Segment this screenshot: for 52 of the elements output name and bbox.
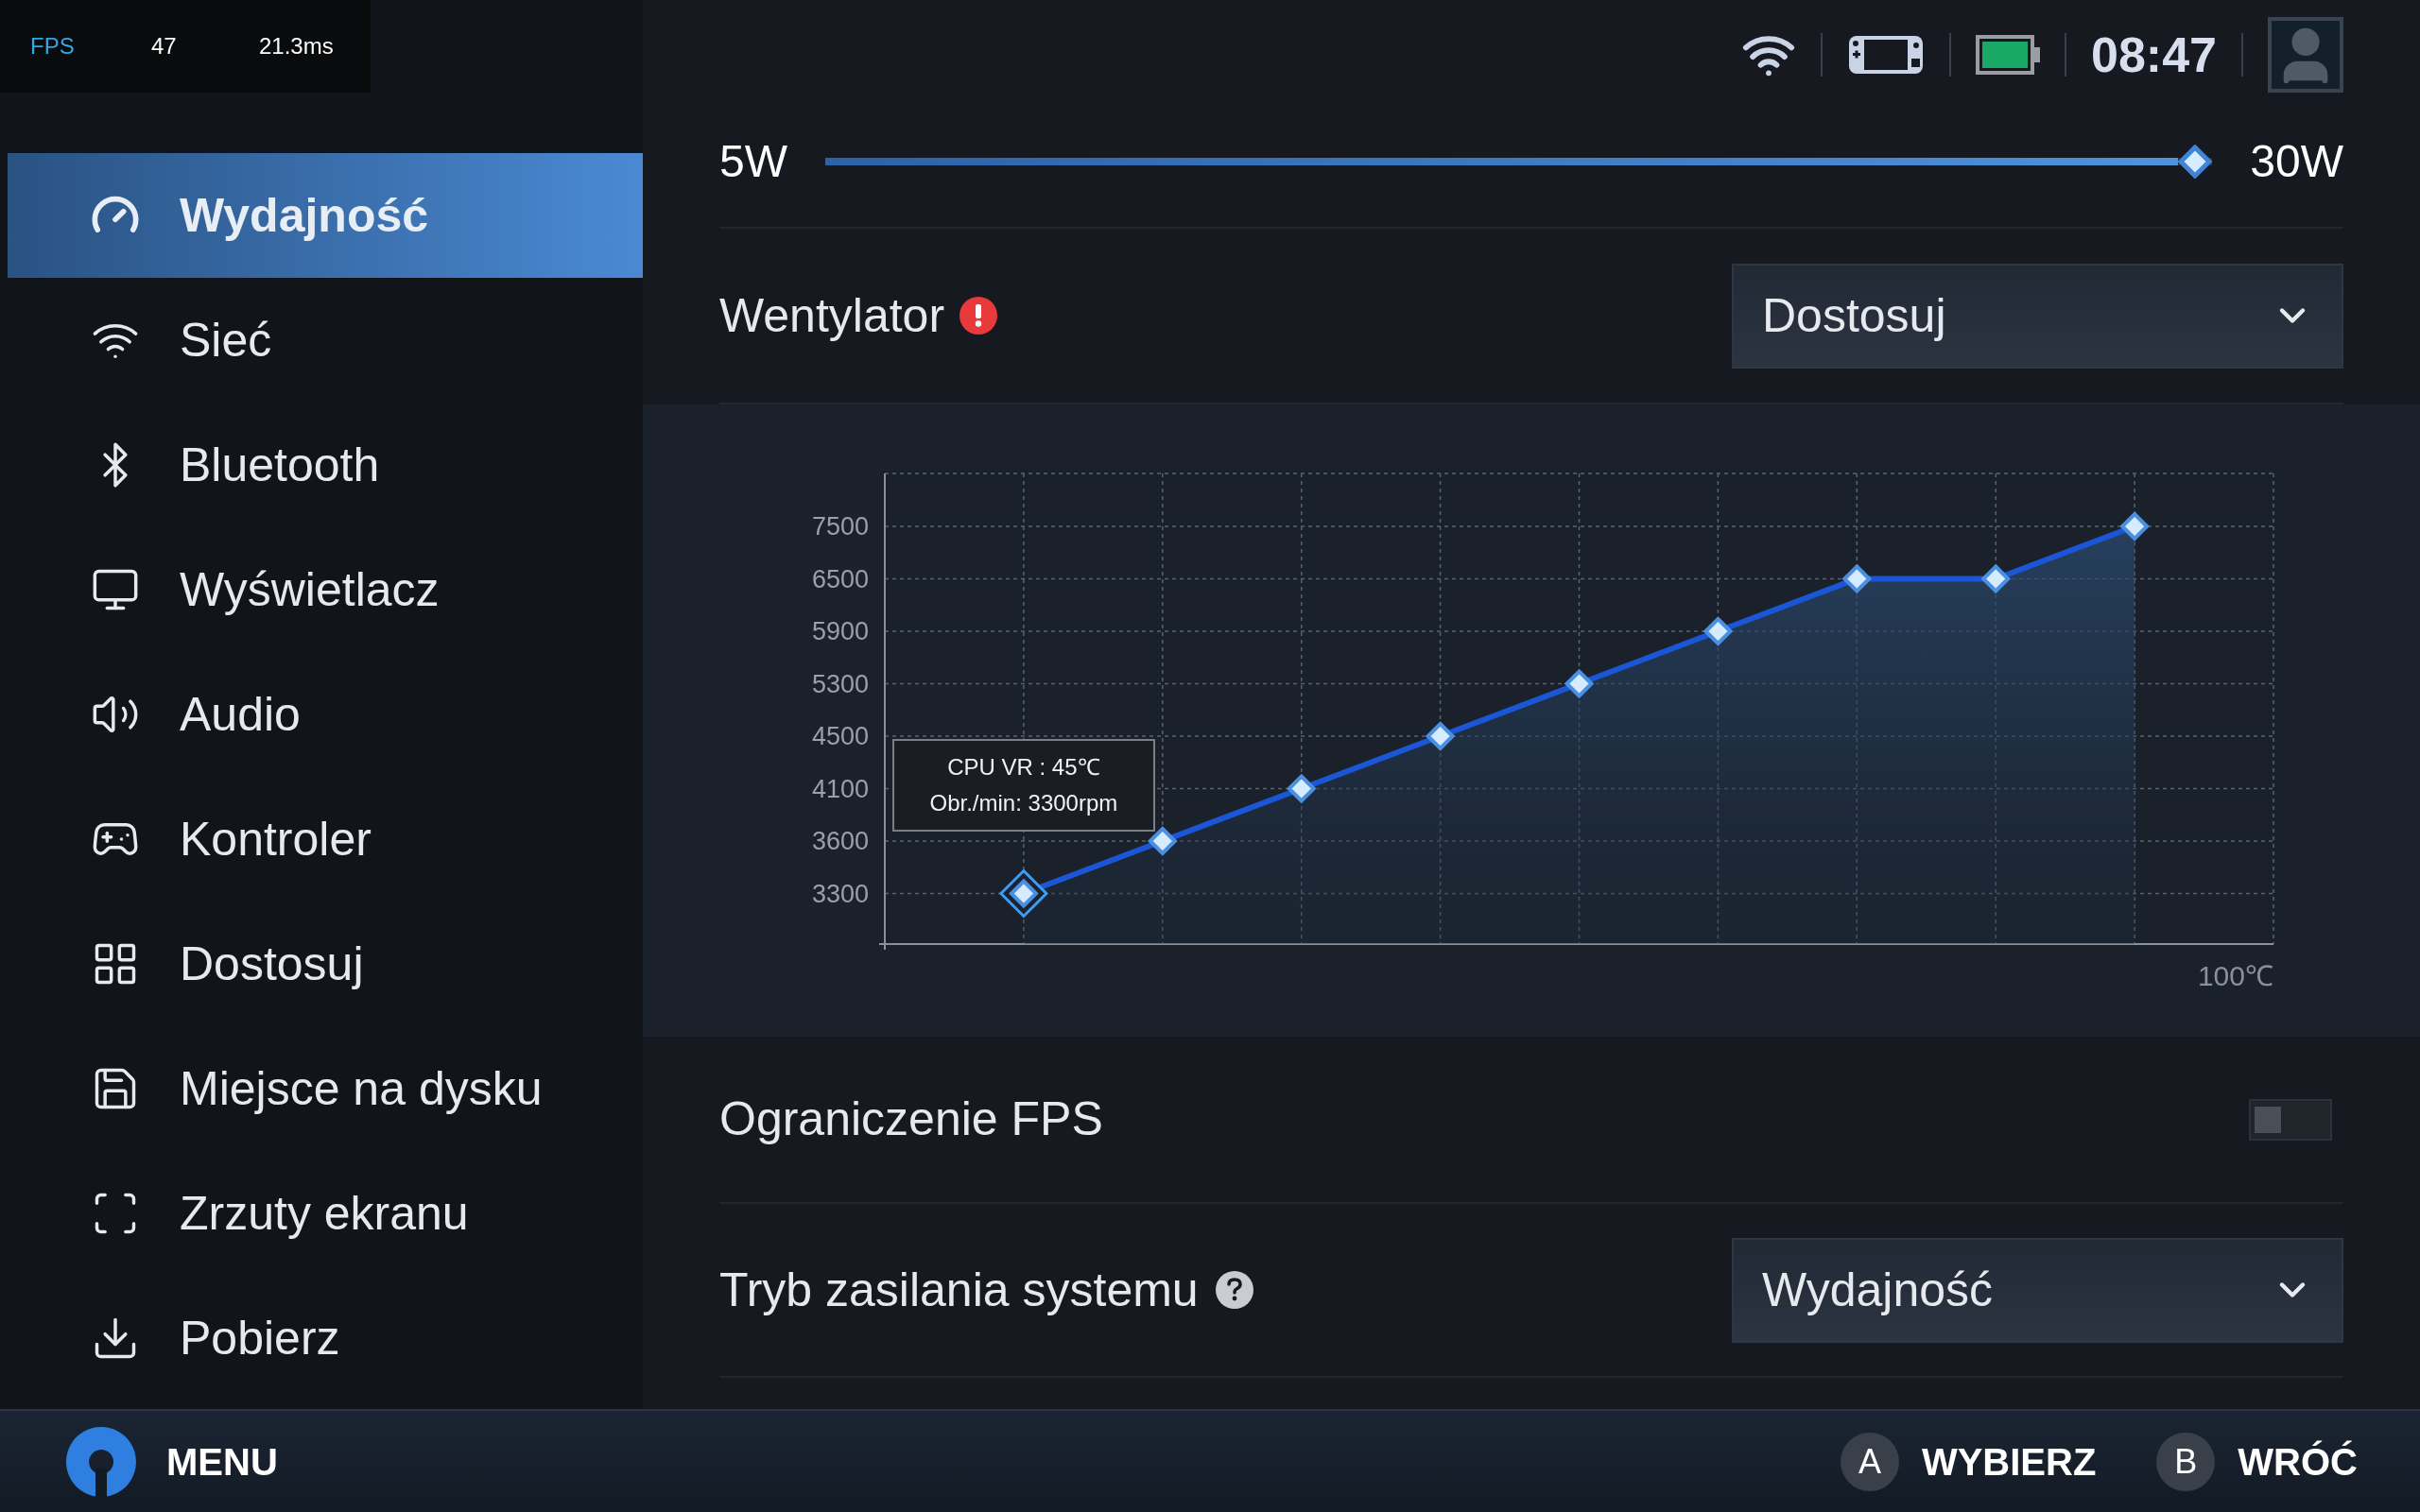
y-tick-label: 4100 [811, 774, 869, 803]
tooltip-text: CPU VR : 45℃ [947, 752, 1100, 782]
fps-limit-label: Ograniczenie FPS [719, 1091, 1103, 1147]
fps-limit-toggle[interactable] [2249, 1098, 2332, 1141]
slider-thumb[interactable] [2178, 144, 2213, 179]
help-icon [1215, 1271, 1253, 1309]
sidebar-item[interactable]: Miejsce na dysku [8, 1026, 643, 1151]
sidebar-item[interactable]: Dostosuj [8, 902, 643, 1026]
curve-point-handle[interactable] [1425, 721, 1456, 751]
sidebar-item[interactable]: Wyświetlacz [8, 527, 643, 652]
x-axis-label: 100℃ [2197, 960, 2273, 991]
clock-time: 08:47 [2091, 26, 2217, 84]
curve-point-handle[interactable] [998, 868, 1049, 919]
fan-label: Wentylator [719, 287, 945, 344]
sidebar-item[interactable]: Pobierz [8, 1276, 643, 1400]
slider-max-label: 30W [2250, 134, 2343, 188]
action-label[interactable]: WRÓĆ [2238, 1433, 2358, 1490]
curve-point-handle[interactable] [1703, 616, 1734, 646]
curve-point-handle[interactable] [1147, 826, 1178, 856]
sidebar-item[interactable]: Sieć [8, 278, 643, 403]
power-mode-dropdown[interactable]: Wydajność [1732, 1237, 2343, 1343]
fps-label: FPS [30, 32, 75, 60]
curve-point-handle[interactable] [1286, 773, 1317, 804]
y-tick-label: 3300 [811, 879, 869, 908]
y-tick-label: 3600 [811, 827, 869, 855]
curve-point-handle[interactable] [1841, 563, 1873, 594]
y-tick-label: 5900 [811, 617, 869, 645]
sidebar-item[interactable]: Bluetooth [8, 403, 643, 527]
curve-point-handle[interactable] [1980, 563, 2012, 594]
power-slider[interactable] [825, 144, 2213, 179]
fps-value: 47 [151, 32, 177, 60]
curve-point-handle[interactable] [1564, 668, 1595, 699]
y-tick-label: 5300 [811, 669, 869, 698]
controller-key-badge: B [2156, 1432, 2216, 1491]
fan-mode-dropdown[interactable]: Dostosuj [1732, 263, 2343, 369]
action-label[interactable]: WYBIERZ [1921, 1433, 2097, 1490]
slider-min-label: 5W [719, 134, 787, 188]
sidebar-item[interactable]: Zrzuty ekranu [8, 1151, 643, 1276]
y-tick-label: 6500 [811, 564, 869, 593]
tooltip-text: Obr./min: 3300rpm [929, 788, 1118, 817]
power-mode-label: Tryb zasilania systemu [719, 1262, 1199, 1318]
controller-key-badge: A [1840, 1432, 1899, 1491]
battery-icon [1976, 34, 2040, 75]
sidebar-item[interactable]: Wydajność [8, 153, 643, 278]
sidebar-item[interactable]: Audio [8, 652, 643, 777]
y-tick-label: 4500 [811, 722, 869, 750]
frame-time: 21.3ms [259, 32, 334, 60]
menu-label[interactable]: MENU [166, 1433, 278, 1490]
handheld-console-icon [1847, 33, 1925, 76]
y-tick-label: 7500 [811, 512, 869, 541]
curve-point-handle[interactable] [2119, 511, 2150, 541]
sidebar-item[interactable]: Kontroler [8, 777, 643, 902]
